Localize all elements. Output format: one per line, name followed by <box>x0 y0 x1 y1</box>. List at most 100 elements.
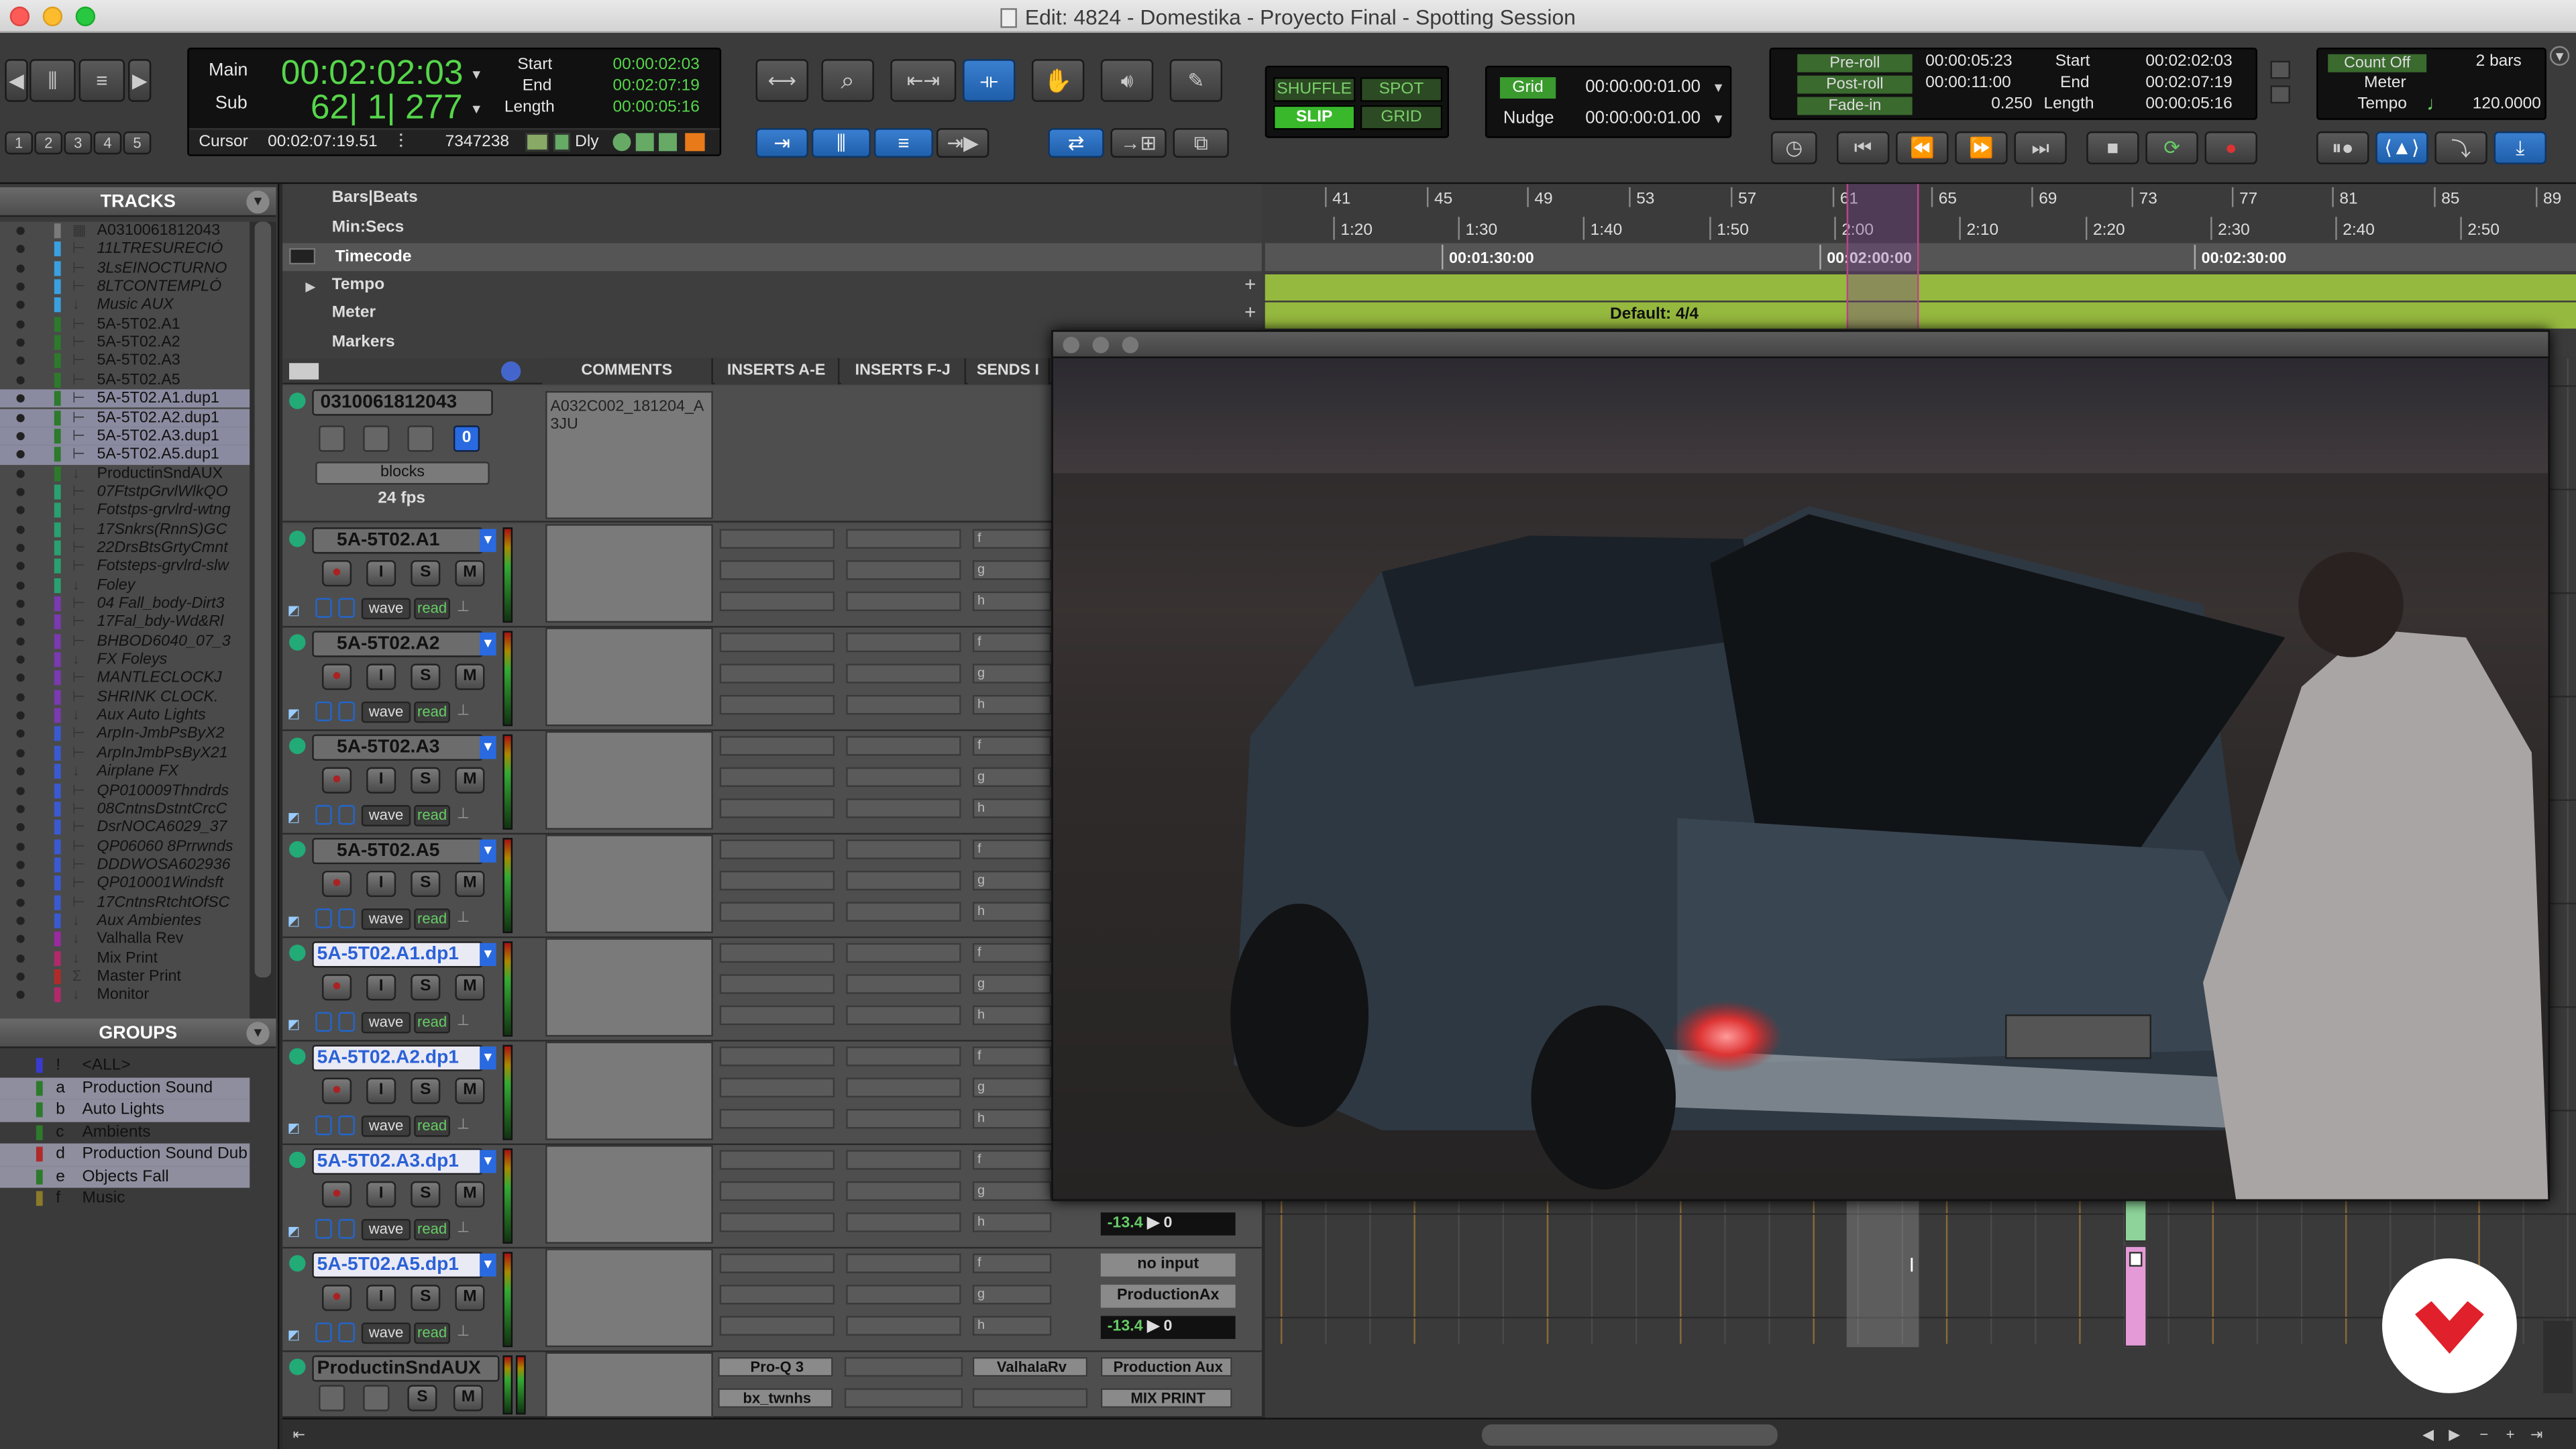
sub-counter-value[interactable]: 62| 1| 277 <box>311 89 463 128</box>
audio-track-name[interactable]: 5A-5T02.A5.dp1 <box>312 1252 484 1279</box>
group-name[interactable]: <ALL> <box>82 1055 130 1076</box>
track-list-name[interactable]: Fotstps-grvlrd-wtng <box>97 502 230 520</box>
send-slot[interactable]: f <box>972 529 1052 549</box>
track-list-name[interactable]: ProductinSndAUX <box>97 464 223 482</box>
insert-slot-fj[interactable] <box>846 1285 961 1305</box>
tracks-menu-icon[interactable]: ▼ <box>246 191 270 214</box>
audio-track-name[interactable]: 5A-5T02.A2.dp1 <box>312 1044 484 1071</box>
zoom-tool-icon[interactable]: ⌕ <box>821 59 874 102</box>
insert-slot-fj[interactable] <box>846 943 961 963</box>
video-rec-button[interactable] <box>319 425 345 452</box>
go-to-end-icon[interactable]: ⏭ <box>2014 131 2067 164</box>
track-list-item[interactable]: ↓ Aux Ambientes <box>0 912 250 930</box>
track-expand-icon[interactable] <box>289 1151 306 1169</box>
insert-slot-ae[interactable] <box>719 1253 835 1273</box>
track-comment-box[interactable] <box>545 731 713 830</box>
track-timebase-icon[interactable] <box>338 1012 355 1032</box>
insert-slot-ae[interactable] <box>719 1077 835 1097</box>
track-list-item[interactable]: ⊢ Fotsteps-grvlrd-slw <box>0 557 250 576</box>
track-visibility-icon[interactable] <box>16 692 25 702</box>
track-list-item[interactable]: Σ Master Print <box>0 967 250 986</box>
solo-button[interactable]: S <box>411 560 441 587</box>
video-comment-box[interactable]: A032C002_181204_A3JU <box>545 390 713 519</box>
aux-mute-button[interactable]: M <box>453 1385 484 1411</box>
track-list-item[interactable]: ⊢ 11LTRESURECIÓ <box>0 240 250 259</box>
rewind-icon[interactable]: ⏪ <box>1896 131 1949 164</box>
track-list-name[interactable]: 5A-5T02.A2.dup1 <box>97 409 219 427</box>
zoom-minus-icon[interactable]: − <box>2474 1424 2493 1444</box>
audio-track-name[interactable]: 5A-5T02.A3 <box>312 734 484 761</box>
insert-slot-fj[interactable] <box>846 1109 961 1129</box>
track-voice-icon[interactable] <box>315 701 332 722</box>
link-timeline-icon[interactable] <box>2270 60 2290 79</box>
transport-length-value[interactable]: 00:00:05:16 <box>2145 95 2232 113</box>
insert-slot-ae[interactable] <box>719 1046 835 1067</box>
insert-slot-ae[interactable] <box>719 1181 835 1201</box>
track-timebase-icon[interactable] <box>338 1219 355 1239</box>
video-online-button[interactable] <box>363 425 390 452</box>
insert-slot-ae[interactable] <box>719 694 835 715</box>
aux-insert-2[interactable]: bx_twnhs <box>718 1388 833 1408</box>
track-visibility-icon[interactable] <box>16 842 25 851</box>
track-list-name[interactable]: Music AUX <box>97 297 173 315</box>
metronome-icon[interactable]: ⟨▲⟩ <box>2375 131 2428 164</box>
tempo-expand-icon[interactable]: ▶ <box>303 278 319 294</box>
track-visibility-icon[interactable] <box>16 655 25 664</box>
track-list-item[interactable]: ⊢ 5A-5T02.A5.dup1 <box>0 445 250 464</box>
column-view-icon[interactable] <box>289 363 319 380</box>
insert-slot-fj[interactable] <box>846 591 961 612</box>
track-list-name[interactable]: DsrNOCA6029_37 <box>97 818 227 837</box>
aux-send-1[interactable]: ValhalaRv <box>972 1356 1088 1377</box>
track-list-item[interactable]: ⊢ 22DrsBtsGrtyCmnt <box>0 539 250 557</box>
preroll-value[interactable]: 00:00:05:23 <box>1925 52 2012 70</box>
track-name-dropdown-icon[interactable]: ▼ <box>480 529 496 552</box>
selection-length-value[interactable]: 00:00:05:16 <box>612 99 699 117</box>
aux-expand-icon[interactable] <box>289 1358 306 1375</box>
automation-mode-selector[interactable]: read <box>414 598 451 620</box>
track-expand-icon[interactable] <box>289 945 306 961</box>
track-timebase-icon[interactable] <box>338 1115 355 1136</box>
insert-slot-ae[interactable] <box>719 1109 835 1129</box>
aux-output-2[interactable]: MIX PRINT <box>1100 1388 1232 1408</box>
track-name-dropdown-icon[interactable]: ▼ <box>480 1253 496 1277</box>
aux-extra-button[interactable] <box>363 1385 390 1411</box>
send-slot[interactable]: g <box>972 870 1052 891</box>
track-list-item[interactable]: ⊢ 5A-5T02.A5 <box>0 371 250 390</box>
track-voice-icon[interactable] <box>315 1322 332 1342</box>
track-visibility-icon[interactable] <box>16 319 25 329</box>
track-list-item[interactable]: ⊢ DDDWOSA602936 <box>0 856 250 875</box>
track-list-item[interactable]: ⊢ 3LsEINOCTURNO <box>0 259 250 278</box>
insert-slot-ae[interactable] <box>719 736 835 756</box>
record-arm-button[interactable]: ● <box>322 663 352 690</box>
track-list-item[interactable]: ⊢ 5A-5T02.A3 <box>0 352 250 371</box>
send-slot[interactable]: f <box>972 736 1052 756</box>
edit-window-view-icon[interactable] <box>500 361 521 382</box>
track-visibility-icon[interactable] <box>16 431 25 440</box>
track-list-name[interactable]: Master Print <box>97 967 180 985</box>
spot-mode-button[interactable]: SPOT <box>1360 77 1443 102</box>
output-selector[interactable]: ProductionAx <box>1100 1285 1236 1308</box>
insert-slot-ae[interactable] <box>719 1150 835 1170</box>
send-slot[interactable]: f <box>972 943 1052 963</box>
track-list-item[interactable]: ⊢ 17Fal_bdy-Wd&Rl <box>0 613 250 632</box>
horizontal-scrollbar[interactable]: ⇤ ◀ ▶ − + ⇥ <box>282 1417 2576 1449</box>
track-visibility-icon[interactable] <box>16 450 25 459</box>
insert-slot-fj[interactable] <box>846 798 961 818</box>
track-list-item[interactable]: ↓ Music AUX <box>0 297 250 315</box>
insert-slot-fj[interactable] <box>846 839 961 859</box>
track-visibility-icon[interactable] <box>16 376 25 384</box>
fadein-value[interactable]: 0.250 <box>1991 95 2032 113</box>
midi-zoom-icon[interactable]: ≡ <box>78 59 125 102</box>
insert-slot-ae[interactable] <box>719 1212 835 1232</box>
track-list-name[interactable]: 5A-5T02.A3 <box>97 352 180 370</box>
meter-ruler-bar[interactable]: Default: 4/4 <box>1265 302 2576 329</box>
input-monitor-button[interactable]: I <box>366 1181 396 1208</box>
mute-button[interactable]: M <box>455 663 485 690</box>
trim-tool-icon[interactable]: ⇤⇥ <box>890 59 957 102</box>
tempo-ruler-bar[interactable] <box>1265 274 2576 301</box>
playlist-lock-icon[interactable]: ⊥ <box>457 1219 473 1240</box>
insert-slot-fj[interactable] <box>846 694 961 715</box>
track-list-name[interactable]: 17Fal_bdy-Wd&Rl <box>97 613 223 631</box>
track-list-item[interactable]: ⊢ 5A-5T02.A1 <box>0 315 250 334</box>
min-secs-ruler-label[interactable]: Min:Secs <box>332 219 405 237</box>
